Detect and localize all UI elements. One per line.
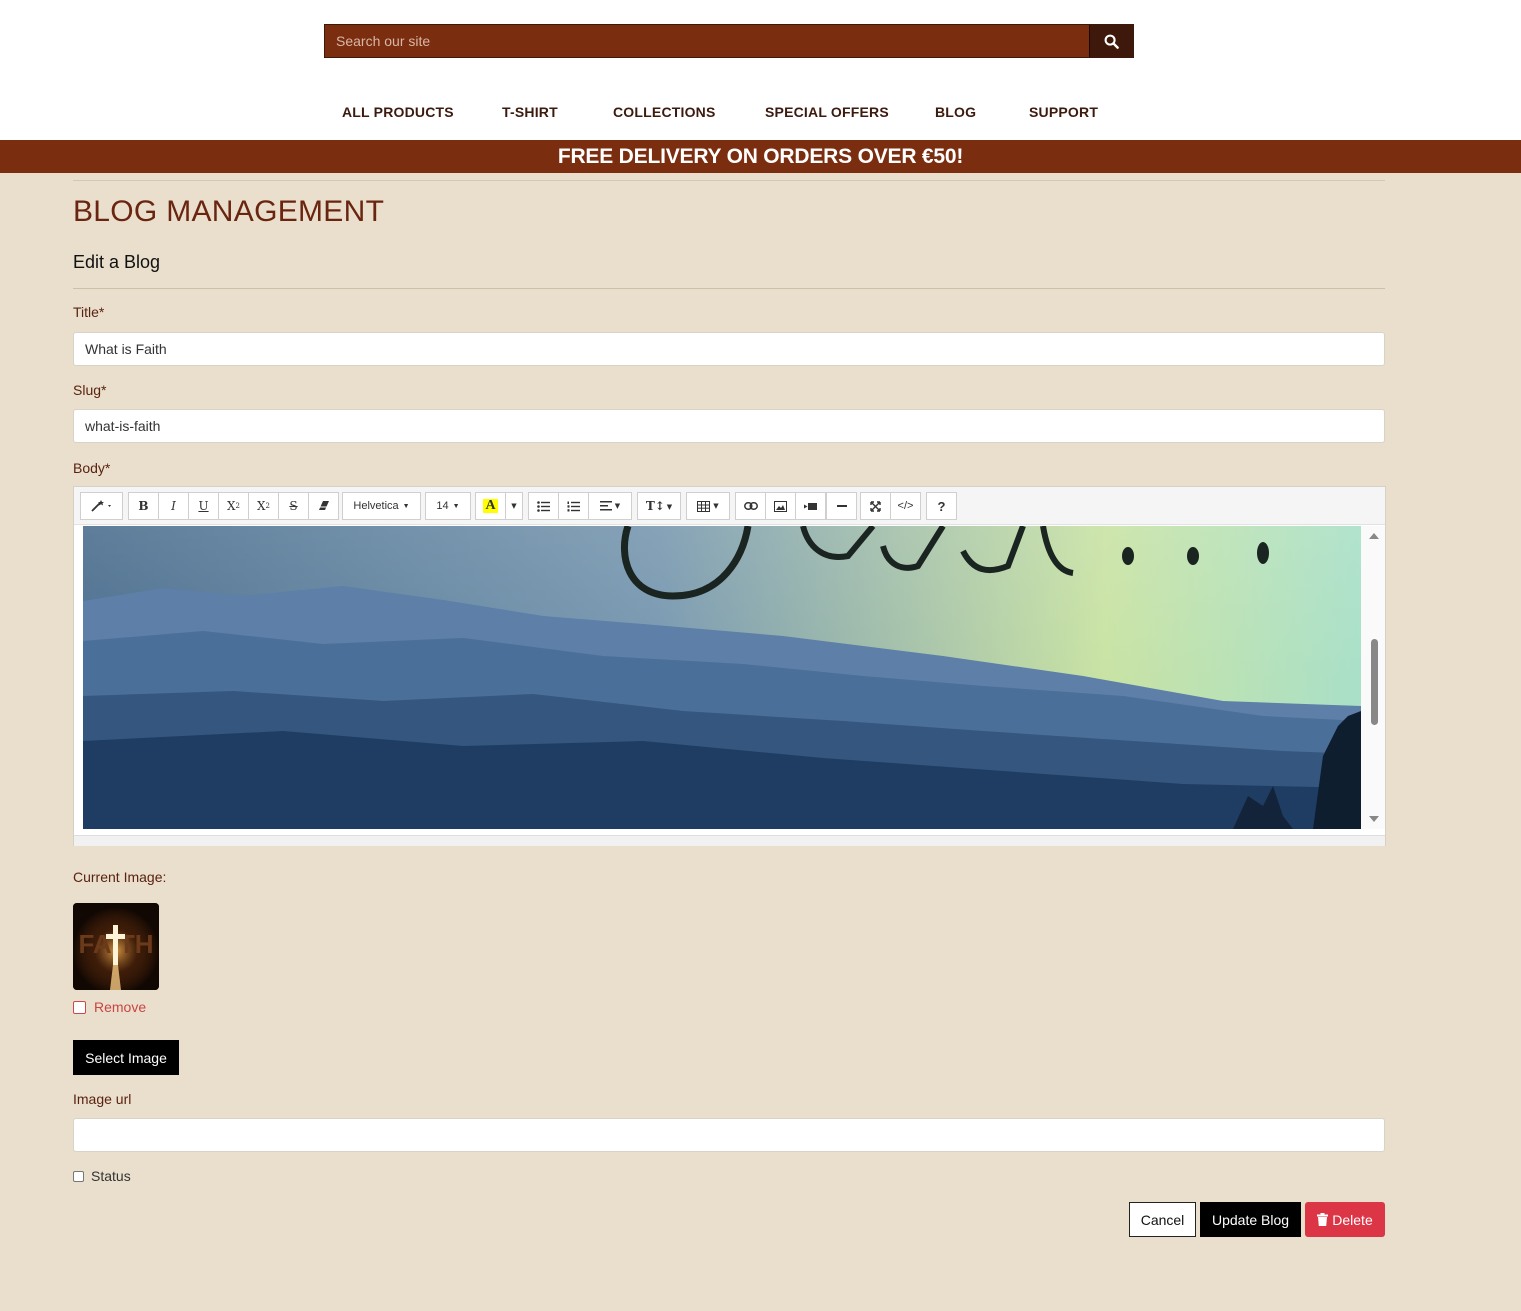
slug-input[interactable] [73, 409, 1385, 443]
select-image-button[interactable]: Select Image [73, 1040, 179, 1075]
caret-down-icon: ▼ [713, 502, 719, 510]
status-checkbox[interactable] [73, 1171, 84, 1182]
line-height-dropdown[interactable]: T↕ ▼ [637, 492, 681, 520]
scroll-down-arrow-icon[interactable] [1369, 816, 1379, 822]
help-button[interactable]: ? [926, 492, 957, 520]
magic-wand-icon [90, 500, 111, 512]
fullscreen-button[interactable] [860, 492, 891, 520]
unordered-list-button[interactable] [528, 492, 559, 520]
body-label: Body* [73, 460, 111, 476]
text-color-dropdown[interactable]: ▼ [505, 492, 523, 520]
align-left-icon [599, 501, 612, 511]
search-button[interactable] [1089, 25, 1133, 57]
text-color-button[interactable]: A [475, 492, 506, 520]
paragraph-align-dropdown[interactable]: ▼ [588, 492, 632, 520]
font-family-value: Helvetica [353, 500, 399, 512]
caret-down-icon: ▼ [452, 502, 460, 510]
editor-content-image[interactable] [83, 526, 1361, 829]
caret-down-icon: ▼ [511, 502, 517, 510]
divider [73, 288, 1385, 289]
subscript-button[interactable]: X2 [248, 492, 279, 520]
caret-down-icon: ▼ [402, 502, 410, 510]
trash-icon [1317, 1213, 1329, 1226]
bullet-list-icon [537, 500, 550, 512]
search-bar [324, 24, 1134, 58]
link-icon [743, 502, 758, 510]
superscript-button[interactable]: X2 [218, 492, 249, 520]
table-dropdown[interactable]: ▼ [686, 492, 730, 520]
body-editor: B I U X2 X2 S Helvetica ▼ 14 ▼ A ▼ ▼ T↕ … [73, 486, 1386, 846]
nav-blog[interactable]: BLOG [935, 104, 976, 120]
page-title: BLOG MANAGEMENT [73, 195, 385, 228]
image-url-input[interactable] [73, 1118, 1385, 1152]
divider [73, 180, 1385, 181]
style-button[interactable] [80, 492, 123, 520]
horizontal-rule-button[interactable] [826, 492, 857, 520]
font-family-dropdown[interactable]: Helvetica ▼ [342, 492, 421, 520]
nav-collections[interactable]: COLLECTIONS [613, 104, 716, 120]
cancel-button[interactable]: Cancel [1129, 1202, 1196, 1237]
title-input[interactable] [73, 332, 1385, 366]
main-nav: ALL PRODUCTS T-SHIRT COLLECTIONS SPECIAL… [0, 104, 1521, 124]
ordered-list-button[interactable] [558, 492, 589, 520]
eraser-icon [318, 501, 329, 510]
editor-toolbar: B I U X2 X2 S Helvetica ▼ 14 ▼ A ▼ ▼ T↕ … [74, 487, 1385, 525]
current-image-thumbnail: FAITH [73, 903, 159, 990]
search-input[interactable] [325, 25, 1089, 57]
font-size-dropdown[interactable]: 14 ▼ [425, 492, 471, 520]
delete-label: Delete [1332, 1211, 1373, 1228]
remove-label[interactable]: Remove [94, 999, 146, 1015]
insert-image-button[interactable] [765, 492, 796, 520]
numbered-list-icon [567, 501, 580, 511]
nav-t-shirt[interactable]: T-SHIRT [502, 104, 558, 120]
video-icon [804, 502, 817, 510]
italic-button[interactable]: I [158, 492, 189, 520]
caret-down-icon: ▼ [614, 502, 621, 510]
text-color-icon: A [483, 498, 498, 513]
title-label: Title* [73, 304, 105, 320]
free-delivery-banner: FREE DELIVERY ON ORDERS OVER €50! [0, 140, 1521, 173]
expand-icon [870, 500, 881, 512]
horizontal-rule-icon [836, 505, 847, 507]
faith-thumbnail-image: FAITH [73, 903, 159, 990]
faith-landscape-image [83, 526, 1361, 829]
current-image-label: Current Image: [73, 869, 167, 885]
search-icon [1104, 34, 1119, 49]
text-height-icon: T↕ [645, 499, 665, 513]
nav-all-products[interactable]: ALL PRODUCTS [342, 104, 454, 120]
remove-image-checkbox[interactable] [73, 1001, 86, 1014]
editor-resize-bar[interactable] [74, 835, 1385, 846]
image-url-label: Image url [73, 1091, 132, 1107]
delete-button[interactable]: Delete [1305, 1202, 1385, 1237]
nav-special-offers[interactable]: SPECIAL OFFERS [765, 104, 889, 120]
update-blog-button[interactable]: Update Blog [1200, 1202, 1301, 1237]
underline-button[interactable]: U [188, 492, 219, 520]
bold-button[interactable]: B [128, 492, 159, 520]
editor-scrollbar[interactable] [1361, 526, 1385, 829]
site-header: ALL PRODUCTS T-SHIRT COLLECTIONS SPECIAL… [0, 0, 1521, 140]
status-label: Status [91, 1168, 131, 1184]
scrollbar-thumb[interactable] [1371, 639, 1378, 725]
code-view-button[interactable]: </> [890, 492, 921, 520]
page-subtitle: Edit a Blog [73, 252, 161, 272]
nav-support[interactable]: SUPPORT [1029, 104, 1098, 120]
clear-format-button[interactable] [308, 492, 339, 520]
insert-link-button[interactable] [735, 492, 766, 520]
code-icon: </> [897, 500, 914, 512]
slug-label: Slug* [73, 382, 107, 398]
caret-down-icon: ▼ [666, 501, 673, 511]
table-icon [697, 500, 711, 512]
strikethrough-button[interactable]: S [278, 492, 309, 520]
font-size-value: 14 [436, 500, 449, 512]
scroll-up-arrow-icon[interactable] [1369, 533, 1379, 539]
picture-icon [774, 500, 787, 512]
insert-video-button[interactable] [795, 492, 826, 520]
